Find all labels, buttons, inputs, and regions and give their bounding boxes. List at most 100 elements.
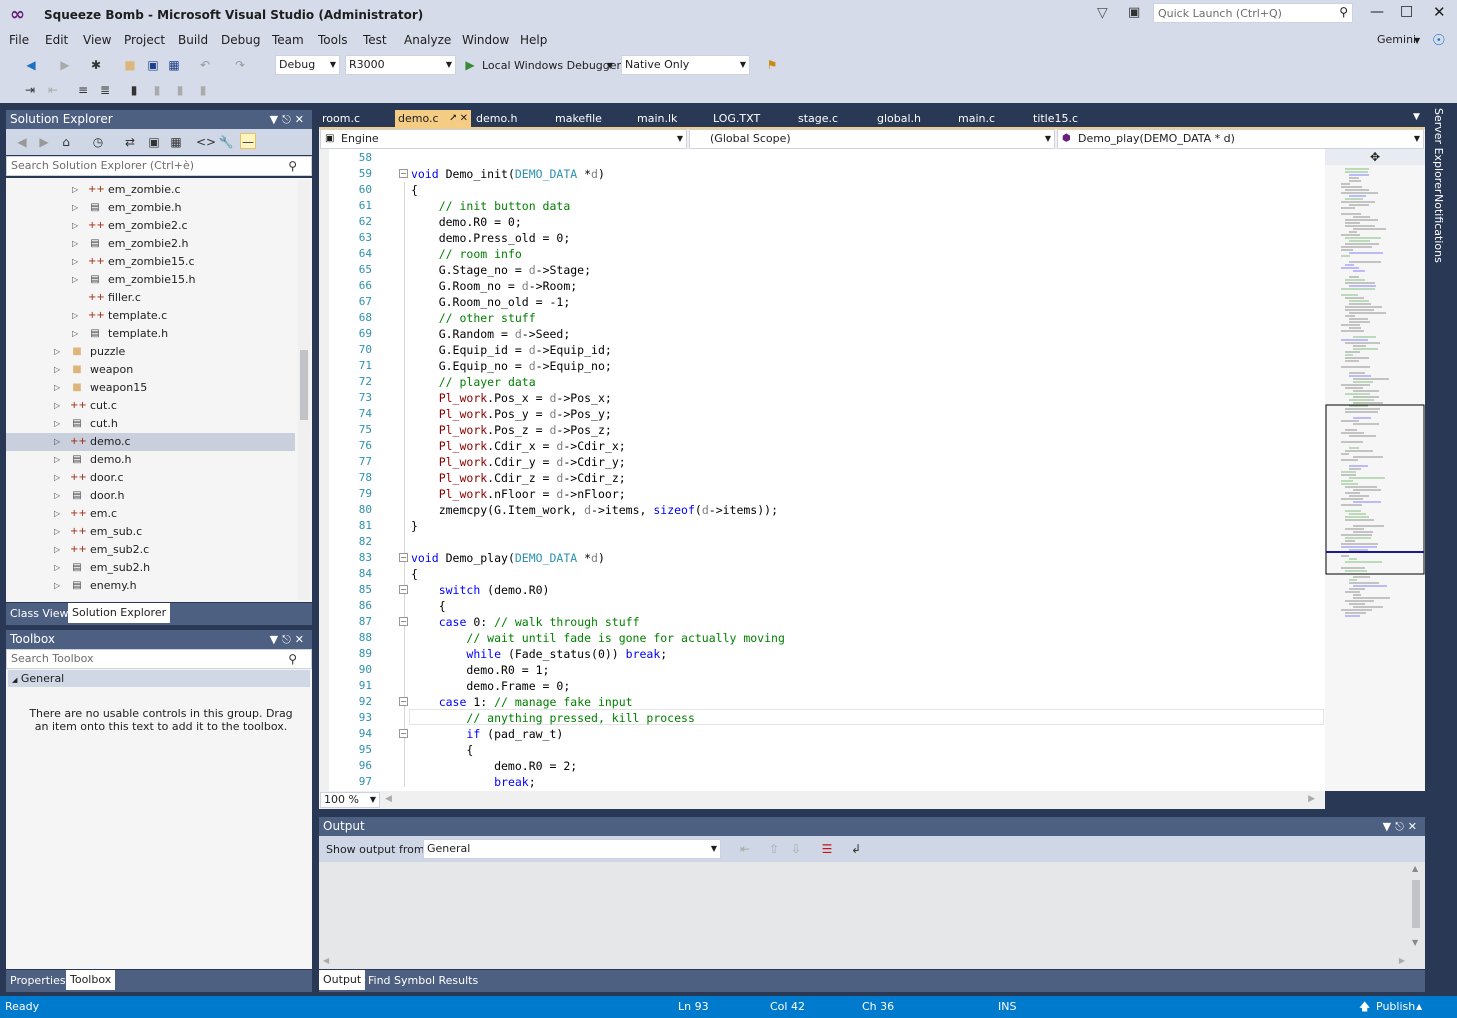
platform-select[interactable]: R3000 ▼ (345, 55, 456, 75)
code-minimap[interactable]: ✥ (1325, 149, 1425, 791)
start-debugger-button[interactable]: Local Windows Debugger (482, 59, 621, 72)
minimize-button[interactable]: — (1370, 4, 1384, 20)
output-content[interactable]: ▲ ▼ ◀ ▶ (319, 862, 1425, 969)
clear-bookmarks-icon[interactable]: ▮ (195, 82, 211, 98)
tree-item[interactable]: ▷ ▤ em_zombie.h (6, 199, 295, 217)
panel-buttons[interactable]: ▼⎋✕ (1383, 817, 1421, 836)
forward-icon[interactable]: ▶ (57, 57, 73, 73)
expand-icon[interactable]: ▷ (72, 199, 78, 217)
zoom-select[interactable]: 100 % ▼ (320, 792, 380, 808)
tab-log-txt[interactable]: LOG.TXT (710, 110, 793, 127)
tab-output[interactable]: Output (319, 970, 366, 990)
expand-icon[interactable]: ▷ (54, 541, 60, 559)
chevron-down-icon[interactable]: ▼ (607, 61, 613, 70)
feedback-icon[interactable]: ☉ (1432, 31, 1445, 49)
expand-icon[interactable]: ▷ (54, 523, 60, 541)
tab-server-explorer[interactable]: Server Explorer (1431, 108, 1445, 193)
menu-build[interactable]: Build (178, 33, 208, 47)
preview-icon[interactable]: — (240, 133, 256, 149)
next-message-icon[interactable]: ⇩ (788, 841, 804, 857)
uncomment-icon[interactable]: ≣ (97, 82, 113, 98)
tab-makefile[interactable]: makefile (552, 110, 632, 127)
menu-view[interactable]: View (83, 33, 111, 47)
collapse-icon[interactable]: − (399, 697, 408, 706)
tab-demo-h[interactable]: demo.h (473, 110, 548, 127)
history-icon[interactable]: ◷ (90, 134, 106, 150)
menu-project[interactable]: Project (124, 33, 165, 47)
connect-icon[interactable]: ▣ (1128, 5, 1140, 20)
tree-item[interactable]: ▷ ++ door.c (6, 469, 295, 487)
collapse-icon[interactable]: − (399, 729, 408, 738)
panel-buttons[interactable]: ▼⎋✕ (270, 110, 308, 129)
expand-icon[interactable]: ▷ (54, 487, 60, 505)
wrench-icon[interactable]: 🔧 (218, 134, 234, 150)
close-button[interactable]: ✕ (1433, 3, 1446, 21)
filter-icon[interactable]: ▽ (1097, 5, 1108, 21)
horizontal-scrollbar[interactable]: ◀ ▶ (383, 793, 1323, 807)
tree-item[interactable]: ++ filler.c (6, 289, 295, 307)
collapse-all-icon[interactable]: ▣ (146, 134, 162, 150)
quick-launch-input[interactable]: Quick Launch (Ctrl+Q) ⚲ (1153, 3, 1353, 23)
comment-icon[interactable]: ≡ (75, 82, 91, 98)
expand-icon[interactable]: ▷ (54, 415, 60, 433)
tree-item[interactable]: ▷ ++ template.c (6, 307, 295, 325)
expand-icon[interactable]: ▷ (72, 307, 78, 325)
publish-icon[interactable]: 🡅 (1359, 996, 1370, 1018)
goto-location-icon[interactable]: ⇤ (737, 841, 753, 857)
scroll-right-icon[interactable]: ▶ (1308, 794, 1315, 804)
tree-item[interactable]: ▷ ■ weapon (6, 361, 295, 379)
tab-notifications[interactable]: Notifications (1431, 194, 1445, 263)
scroll-down-icon[interactable]: ▼ (1412, 938, 1418, 947)
tree-item[interactable]: ▷ ++ em_sub.c (6, 523, 295, 541)
tree-item[interactable]: ▷ ▤ enemy.h (6, 577, 295, 595)
indent-icon[interactable]: ⇥ (22, 82, 38, 98)
project-select[interactable]: ▣ Engine ▼ (320, 129, 687, 149)
configuration-select[interactable]: Debug ▼ (275, 55, 340, 75)
scope-select[interactable]: (Global Scope) ▼ (689, 129, 1055, 149)
expand-icon[interactable]: ▷ (54, 469, 60, 487)
menu-window[interactable]: Window (462, 33, 509, 47)
home-icon[interactable]: ⌂ (58, 134, 74, 150)
tab-class-view[interactable]: Class View (6, 604, 73, 624)
tree-item[interactable]: ▷ ++ em_zombie.c (6, 181, 295, 199)
tab-solution-explorer[interactable]: Solution Explorer (68, 603, 171, 623)
view-code-icon[interactable]: <> (196, 134, 216, 150)
clear-all-icon[interactable]: ☰ (819, 841, 835, 857)
maximize-button[interactable]: □ (1400, 3, 1413, 19)
show-all-files-icon[interactable]: ▦ (168, 134, 184, 150)
menu-team[interactable]: Team (272, 33, 304, 47)
toolbox-title[interactable]: Toolbox ▼⎋✕ (6, 630, 312, 649)
publish-button[interactable]: Publish (1376, 996, 1415, 1018)
tab-main-lk[interactable]: main.lk (634, 110, 708, 127)
tree-item[interactable]: ▷ ▤ demo.h (6, 451, 295, 469)
collapse-icon[interactable]: − (399, 585, 408, 594)
bookmark-icon[interactable]: ▮ (126, 82, 142, 98)
tree-item[interactable]: ▷ ▤ em_sub2.h (6, 559, 295, 577)
tree-item[interactable]: ▷ ++ demo.c (6, 433, 295, 451)
expand-icon[interactable]: ▷ (72, 253, 78, 271)
tree-item[interactable]: ▷ ▤ em_zombie2.h (6, 235, 295, 253)
menu-help[interactable]: Help (520, 33, 547, 47)
output-source-select[interactable]: General ▼ (423, 839, 721, 859)
open-file-icon[interactable]: ■ (122, 57, 138, 73)
tab-room-c[interactable]: room.c (319, 110, 391, 127)
collapse-icon[interactable]: − (399, 169, 408, 178)
prev-bookmark-icon[interactable]: ▮ (149, 82, 165, 98)
panel-buttons[interactable]: ▼⎋✕ (270, 630, 308, 649)
tab-find-symbol-results[interactable]: Find Symbol Results (364, 971, 482, 991)
toolbox-group-general[interactable]: ◢ General (8, 670, 310, 687)
expand-icon[interactable]: ▷ (54, 559, 60, 577)
menu-test[interactable]: Test (363, 33, 387, 47)
expand-icon[interactable]: ▷ (72, 271, 78, 289)
tab-title15-c[interactable]: title15.c (1030, 110, 1105, 127)
solution-explorer-title[interactable]: Solution Explorer ▼⎋✕ (6, 110, 312, 129)
expand-icon[interactable]: ▷ (72, 181, 78, 199)
expand-icon[interactable]: ▷ (54, 433, 60, 451)
tree-item[interactable]: ▷ ++ em_sub2.c (6, 541, 295, 559)
new-project-icon[interactable]: ✱ (88, 57, 104, 73)
expand-icon[interactable]: ▷ (54, 505, 60, 523)
tree-item[interactable]: ▷ ++ cut.c (6, 397, 295, 415)
chevron-up-icon[interactable]: ▲ (1416, 996, 1422, 1018)
tree-item[interactable]: ▷ ++ em_zombie15.c (6, 253, 295, 271)
expand-icon[interactable]: ▷ (54, 379, 60, 397)
